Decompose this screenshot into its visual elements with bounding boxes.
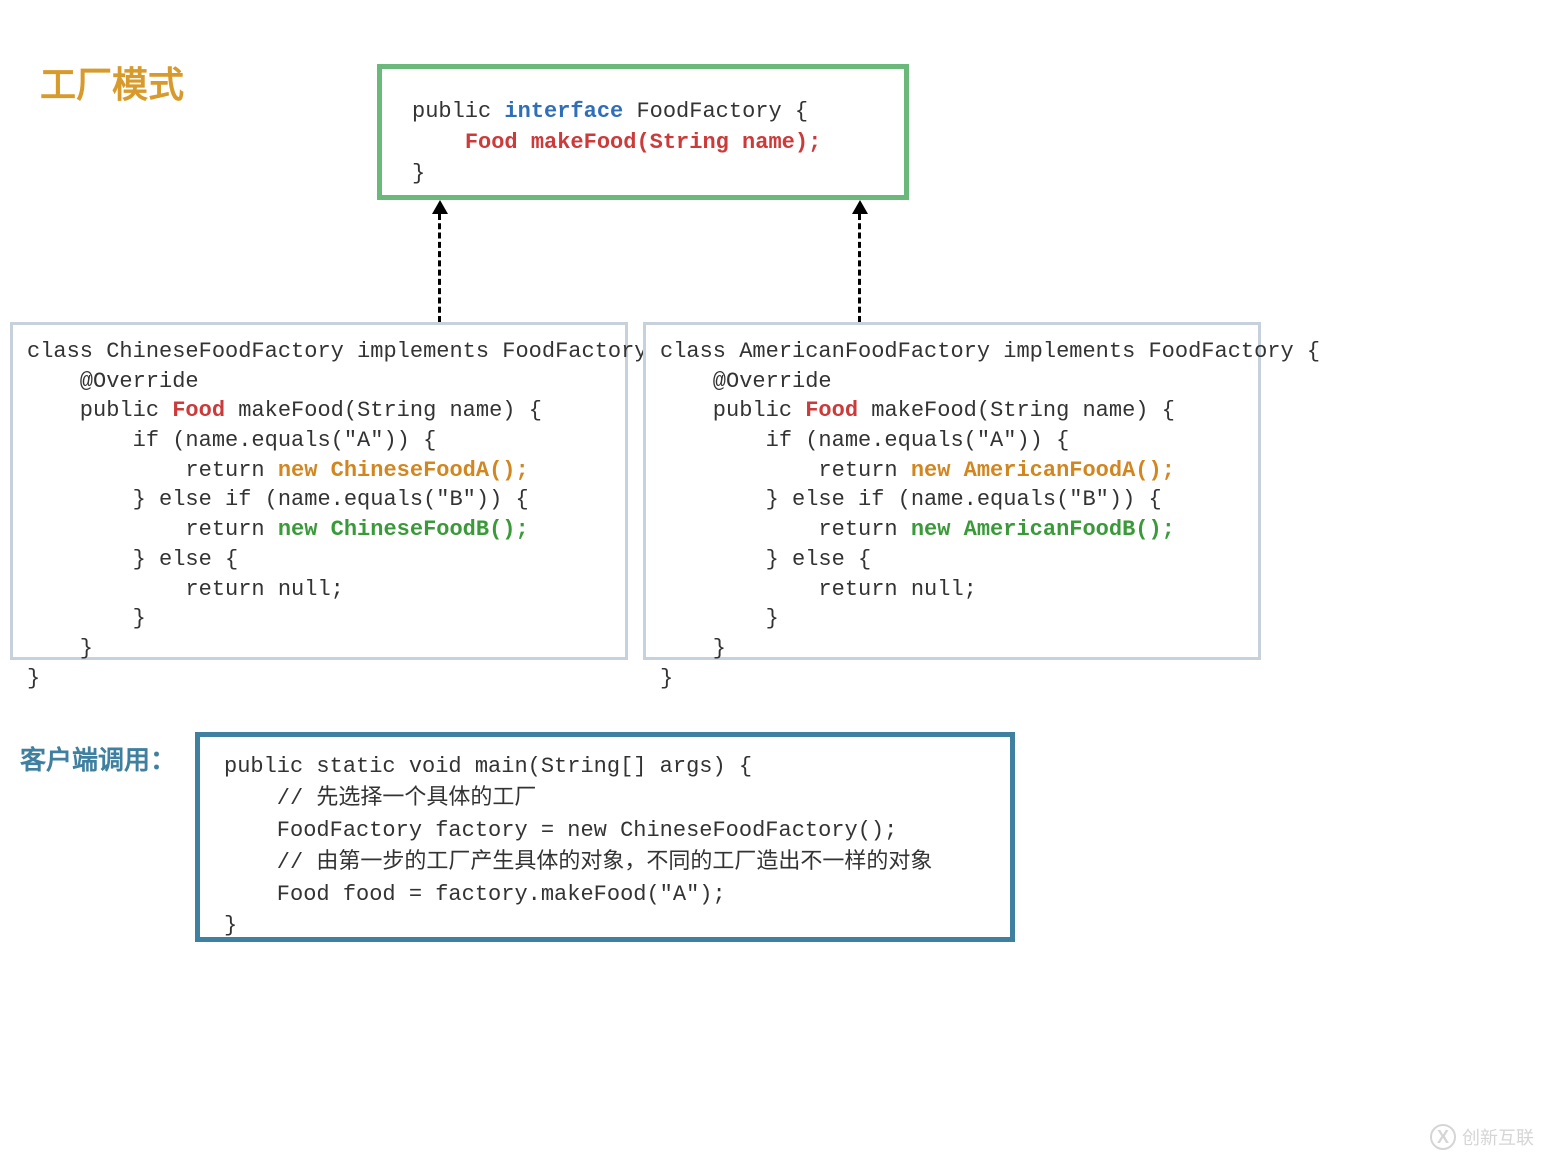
- arrow-head-right: [852, 200, 868, 214]
- interface-code-box: public interface FoodFactory { Food make…: [377, 64, 909, 200]
- code-line: }: [660, 604, 1244, 634]
- new-expression: new ChineseFoodB();: [278, 517, 529, 542]
- code-line: // 由第一步的工厂产生具体的对象，不同的工厂造出不一样的对象: [224, 847, 986, 879]
- return-type: Food: [805, 398, 858, 423]
- new-expression: new ChineseFoodA();: [278, 458, 529, 483]
- code-line: }: [27, 664, 611, 694]
- code-text: makeFood(String name) {: [858, 398, 1175, 423]
- code-line: return new ChineseFoodB();: [27, 515, 611, 545]
- code-line: } else {: [27, 545, 611, 575]
- code-text: makeFood(String name) {: [225, 398, 542, 423]
- code-text: public: [660, 398, 805, 423]
- code-line: return new ChineseFoodA();: [27, 456, 611, 486]
- code-line: class ChineseFoodFactory implements Food…: [27, 337, 611, 367]
- chinese-factory-code-box: class ChineseFoodFactory implements Food…: [10, 322, 628, 660]
- code-line: }: [660, 664, 1244, 694]
- client-code-box: public static void main(String[] args) {…: [195, 732, 1015, 942]
- new-expression: new AmericanFoodB();: [911, 517, 1175, 542]
- code-line: class AmericanFoodFactory implements Foo…: [660, 337, 1244, 367]
- code-line: }: [27, 604, 611, 634]
- code-line: if (name.equals("A")) {: [27, 426, 611, 456]
- return-type: Food: [172, 398, 225, 423]
- code-line: public Food makeFood(String name) {: [27, 396, 611, 426]
- code-line: @Override: [660, 367, 1244, 397]
- code-line: }: [27, 634, 611, 664]
- code-line: Food food = factory.makeFood("A");: [224, 879, 986, 911]
- arrow-line-right: [858, 214, 861, 322]
- code-text: return: [27, 458, 278, 483]
- keyword-interface: interface: [504, 99, 623, 124]
- code-line: @Override: [27, 367, 611, 397]
- code-line: } else {: [660, 545, 1244, 575]
- code-line: }: [660, 634, 1244, 664]
- code-line: return new AmericanFoodA();: [660, 456, 1244, 486]
- code-line: Food makeFood(String name);: [412, 128, 874, 159]
- code-line: FoodFactory factory = new ChineseFoodFac…: [224, 815, 986, 847]
- watermark-text: 创新互联: [1462, 1128, 1534, 1148]
- code-text: return: [660, 458, 911, 483]
- code-text: public: [412, 99, 504, 124]
- code-line: return null;: [660, 575, 1244, 605]
- watermark: X 创新互联: [1430, 1124, 1534, 1150]
- code-line: // 先选择一个具体的工厂: [224, 783, 986, 815]
- new-expression: new AmericanFoodA();: [911, 458, 1175, 483]
- watermark-icon: X: [1430, 1124, 1456, 1150]
- arrow-head-left: [432, 200, 448, 214]
- code-line: public static void main(String[] args) {: [224, 751, 986, 783]
- american-factory-code-box: class AmericanFoodFactory implements Foo…: [643, 322, 1261, 660]
- code-line: return new AmericanFoodB();: [660, 515, 1244, 545]
- code-line: } else if (name.equals("B")) {: [660, 485, 1244, 515]
- code-text: public: [27, 398, 172, 423]
- arrow-line-left: [438, 214, 441, 322]
- code-line: }: [412, 159, 874, 190]
- code-line: if (name.equals("A")) {: [660, 426, 1244, 456]
- client-call-title: 客户端调用：: [20, 740, 176, 777]
- code-line: } else if (name.equals("B")) {: [27, 485, 611, 515]
- code-line: }: [224, 910, 986, 942]
- method-signature: Food makeFood(String name);: [465, 130, 821, 155]
- code-text: return: [660, 517, 911, 542]
- code-line: public Food makeFood(String name) {: [660, 396, 1244, 426]
- code-text: FoodFactory {: [623, 99, 808, 124]
- code-text: return: [27, 517, 278, 542]
- code-line: return null;: [27, 575, 611, 605]
- code-line: public interface FoodFactory {: [412, 97, 874, 128]
- diagram-title: 工厂模式: [40, 56, 184, 108]
